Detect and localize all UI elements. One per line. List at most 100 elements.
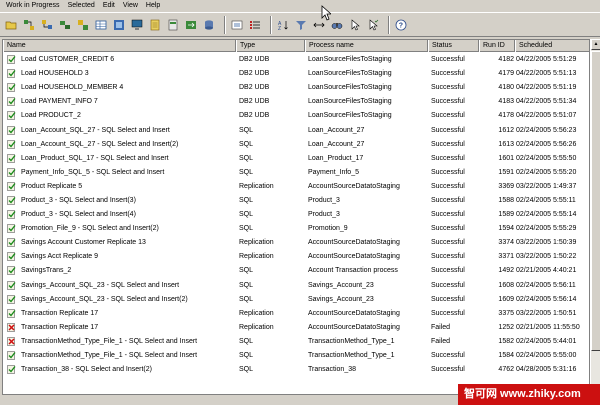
row-name-cell: Load HOUSEHOLD 3 — [3, 67, 236, 81]
filter-button[interactable] — [294, 18, 308, 32]
view-button[interactable] — [112, 18, 126, 32]
table-row[interactable]: SavingsTrans_2 SQL Account Transaction pro… — [3, 264, 589, 278]
row-process-name: AccountSourceDatatoStaging — [308, 323, 400, 331]
row-process-name: TransactionMethod_Type_1 — [308, 337, 395, 345]
monitor-icon — [131, 19, 143, 30]
row-type: SQL — [239, 196, 254, 204]
table-row[interactable]: Load CUSTOMER_CREDIT 6 DB2 UDB LoanSourceF… — [3, 53, 589, 67]
row-scheduled: 03/22/2005 1:50:51 — [516, 309, 577, 317]
run-button[interactable] — [58, 18, 72, 32]
table-row[interactable]: Transaction Replicate 17 Replication Accou… — [3, 307, 589, 321]
menu-view[interactable]: View — [119, 0, 142, 12]
table-row[interactable]: TransactionMethod_Type_File_1 - SQL Sele… — [3, 335, 589, 349]
properties-button[interactable] — [230, 18, 244, 32]
menu-work-in-progress[interactable]: Work in Progress — [2, 0, 64, 12]
find-button[interactable] — [330, 18, 344, 32]
row-name: Product_3 - SQL Select and Insert(3) — [21, 196, 136, 204]
success-step-icon — [7, 69, 16, 78]
column-header-status[interactable]: Status — [428, 40, 479, 52]
table-icon — [95, 20, 107, 29]
row-status: Successful — [431, 84, 465, 92]
table-row[interactable]: Loan_Product_SQL_17 - SQL Select and Ins… — [3, 152, 589, 166]
table-row[interactable]: Product Replicate 5 Replication AccountSou… — [3, 180, 589, 194]
database-button[interactable] — [202, 18, 216, 32]
row-status: Successful — [431, 98, 465, 106]
schedule-button[interactable] — [40, 18, 54, 32]
column-header-run-id[interactable]: Run ID — [479, 40, 515, 52]
row-name-cell: Loan_Account_SQL_27 - SQL Select and Ins… — [3, 138, 236, 152]
row-scheduled: 02/21/2005 11:55:50 — [516, 323, 580, 331]
svg-text:?: ? — [399, 22, 403, 29]
open-folder-button[interactable] — [4, 18, 18, 32]
row-process-name: Account Transaction process — [308, 267, 398, 275]
row-type: Replication — [239, 182, 274, 190]
menu-edit[interactable]: Edit — [99, 0, 119, 12]
scrollbar-thumb[interactable] — [591, 51, 600, 351]
row-process-name: TransactionMethod_Type_1 — [308, 352, 395, 360]
scroll-up-button[interactable]: ▲ — [591, 39, 600, 50]
table-row[interactable]: Savings_Account_SQL_23 - SQL Select and … — [3, 293, 589, 307]
document-button[interactable] — [148, 18, 162, 32]
table-row[interactable]: Load HOUSEHOLD_MEMBER 4 DB2 UDB LoanSource… — [3, 81, 589, 95]
select-button[interactable] — [348, 18, 362, 32]
column-header-name[interactable]: Name — [3, 40, 236, 52]
process-button[interactable] — [22, 18, 36, 32]
column-header-process-name[interactable]: Process name — [305, 40, 428, 52]
table-row[interactable]: Loan_Account_SQL_27 - SQL Select and Ins… — [3, 138, 589, 152]
row-name-cell: Product Replicate 5 — [3, 180, 236, 194]
details-list-button[interactable] — [248, 18, 262, 32]
row-run-id: 4180 — [498, 84, 514, 92]
row-name: Load CUSTOMER_CREDIT 6 — [21, 56, 115, 64]
report-button[interactable] — [166, 18, 180, 32]
row-name-cell: TransactionMethod_Type_File_1 - SQL Sele… — [3, 335, 236, 349]
row-status: Successful — [431, 56, 465, 64]
report-icon — [168, 19, 178, 30]
row-process-name: Loan_Account_27 — [308, 140, 365, 148]
success-step-icon — [7, 308, 16, 318]
success-step-icon — [7, 210, 16, 219]
help-button[interactable]: ? — [394, 18, 408, 32]
row-type: SQL — [239, 154, 254, 162]
select-all-button[interactable] — [366, 18, 380, 32]
view-icon — [114, 19, 124, 30]
row-name-cell: Savings Acct Replicate 9 — [3, 250, 236, 264]
row-process-name: AccountSourceDatatoStaging — [308, 253, 400, 261]
row-name-cell: Load HOUSEHOLD_MEMBER 4 — [3, 81, 236, 95]
table-row[interactable]: Product_3 - SQL Select and Insert(3) SQL P… — [3, 194, 589, 208]
row-name-cell: Load CUSTOMER_CREDIT 6 — [3, 53, 236, 67]
steps-button[interactable] — [76, 18, 90, 32]
row-process-name: Product_3 — [308, 211, 340, 219]
table-row[interactable]: Promotion_File_9 - SQL Select and Insert… — [3, 222, 589, 236]
row-name: SavingsTrans_2 — [21, 267, 72, 275]
success-step-icon — [7, 224, 16, 233]
table-row[interactable]: Savings_Account_SQL_23 - SQL Select and … — [3, 279, 589, 293]
table-row[interactable]: Load PRODUCT_2 DB2 UDB LoanSourceFilesToSt… — [3, 109, 589, 123]
table-row[interactable]: Savings Account Customer Replicate 13 Rep… — [3, 236, 589, 250]
row-process-name: AccountSourceDatatoStaging — [308, 239, 400, 247]
schedule-icon — [42, 19, 52, 29]
row-run-id: 1594 — [498, 225, 514, 233]
vertical-scrollbar[interactable]: ▲ ▼ — [590, 39, 600, 395]
row-name: Load HOUSEHOLD_MEMBER 4 — [21, 84, 124, 92]
row-run-id: 1609 — [498, 295, 514, 303]
column-header-type[interactable]: Type — [236, 40, 305, 52]
table-row[interactable]: Savings Acct Replicate 9 Replication Accou… — [3, 250, 589, 264]
table-row[interactable]: Transaction_38 - SQL Select and Insert(2… — [3, 363, 589, 377]
row-scheduled: 02/24/2005 5:55:20 — [516, 168, 577, 176]
sort-button[interactable]: AZ — [276, 18, 290, 32]
table-row[interactable]: Load PAYMENT_INFO 7 DB2 UDB LoanSourceFile… — [3, 95, 589, 109]
row-scheduled: 02/24/2005 5:55:11 — [516, 196, 576, 204]
menu-selected[interactable]: Selected — [64, 0, 99, 12]
table-row[interactable]: Loan_Account_SQL_27 - SQL Select and Ins… — [3, 123, 589, 137]
row-scheduled: 04/22/2005 5:51:19 — [516, 84, 577, 92]
table-row[interactable]: Product_3 - SQL Select and Insert(4) SQL P… — [3, 208, 589, 222]
table-row[interactable]: TransactionMethod_Type_File_1 - SQL Sele… — [3, 349, 589, 363]
export-button[interactable] — [184, 18, 198, 32]
table-row[interactable]: Transaction Replicate 17 Replication Accou… — [3, 321, 589, 335]
table-row[interactable]: Payment_Info_SQL_5 - SQL Select and Inse… — [3, 166, 589, 180]
table-row[interactable]: Load HOUSEHOLD 3 DB2 UDB LoanSourceFilesTo… — [3, 67, 589, 81]
monitor-button[interactable] — [130, 18, 144, 32]
column-header-scheduled[interactable]: Scheduled — [515, 40, 589, 52]
table-button[interactable] — [94, 18, 108, 32]
menu-help[interactable]: Help — [142, 0, 164, 12]
